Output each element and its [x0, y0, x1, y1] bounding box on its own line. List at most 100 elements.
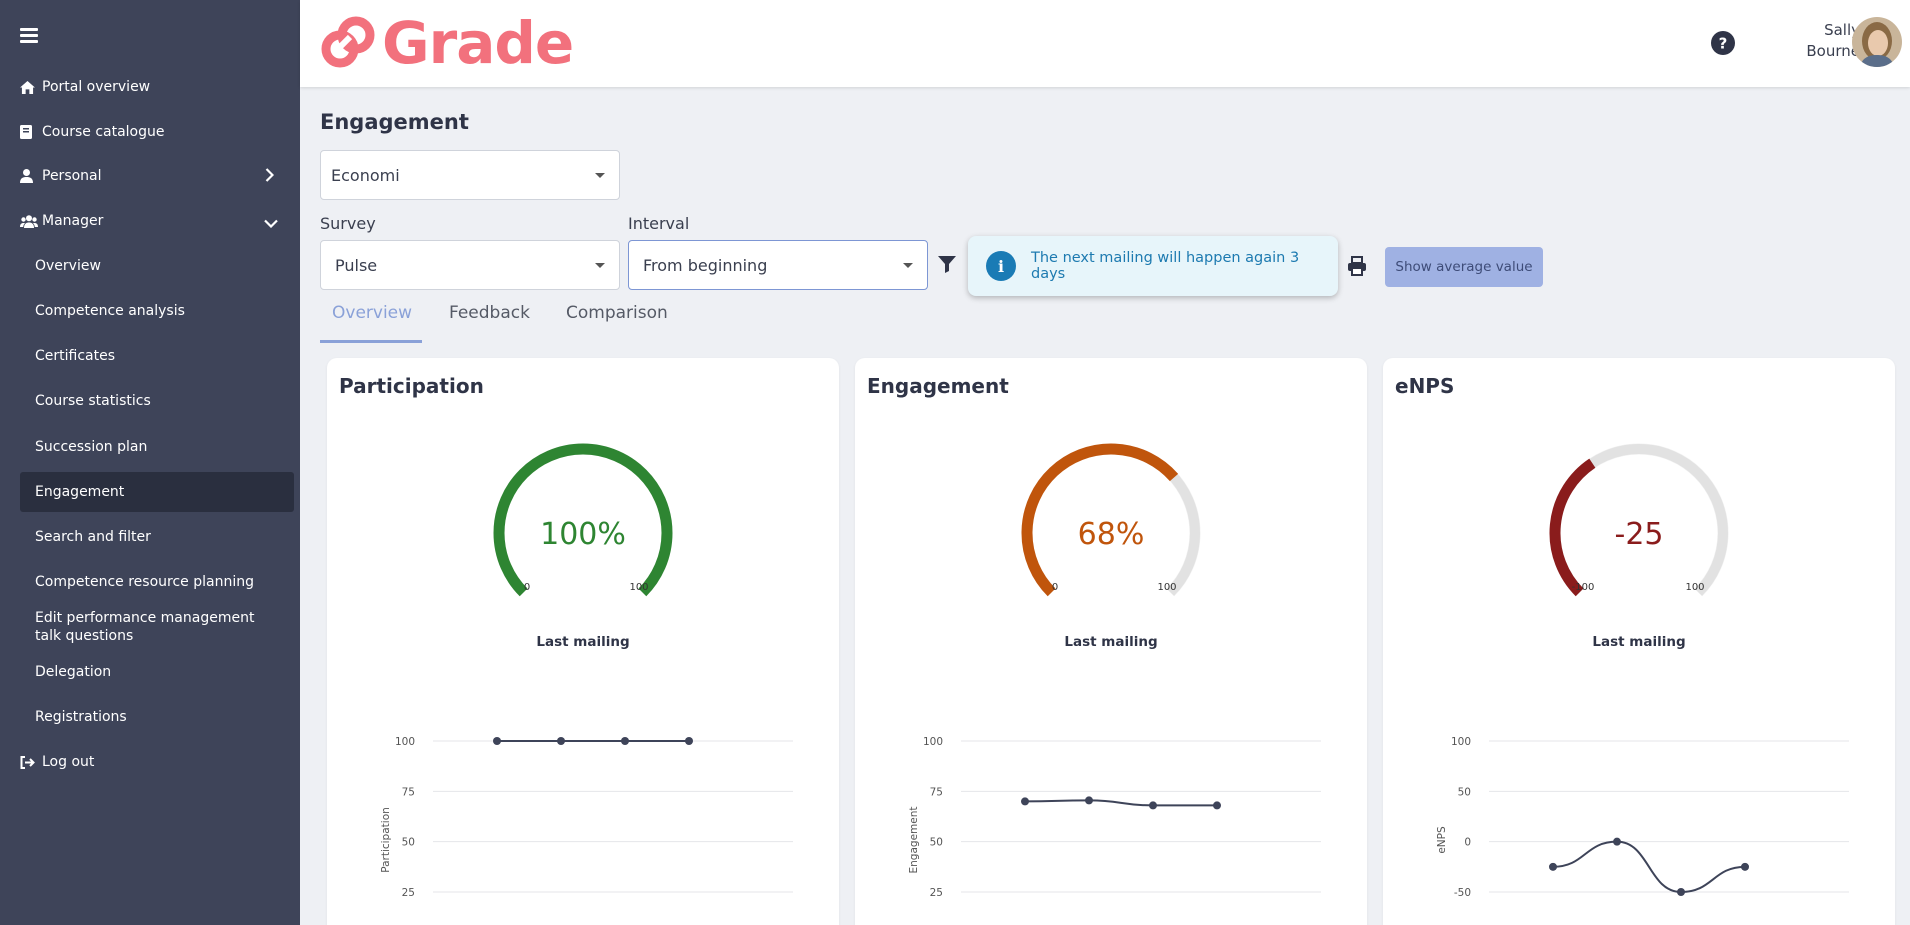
- sidebar-item-label: Certificates: [35, 348, 116, 364]
- caret-down-icon: [903, 263, 913, 268]
- sidebar-item-label: Log out: [42, 754, 95, 770]
- chevron-right-icon: [265, 168, 275, 186]
- caret-down-icon: [595, 173, 605, 178]
- enps-line-chart: 100 50 0 -50 eNPS: [1436, 736, 1849, 899]
- data-point: [1021, 797, 1029, 806]
- sidebar-item-certificates[interactable]: Certificates: [20, 336, 294, 376]
- sidebar-item-overview[interactable]: Overview: [20, 246, 294, 286]
- y-tick-label: 75: [930, 786, 943, 798]
- user-name[interactable]: Sally Bourne: [1790, 20, 1860, 62]
- user-last-name: Bourne: [1806, 42, 1860, 60]
- user-icon: [20, 169, 42, 183]
- engagement-card: Engagement 68% 0 100 Last mailing 100 75 50 2…: [855, 358, 1367, 925]
- y-tick-label: 100: [1451, 736, 1471, 748]
- info-icon: i: [986, 251, 1016, 281]
- top-header: Grade ? Sally Bourne: [300, 0, 1910, 87]
- filter-icon[interactable]: [937, 254, 957, 278]
- y-axis-label: Engagement: [908, 807, 920, 874]
- y-axis-label: Participation: [380, 807, 392, 873]
- home-icon: [20, 80, 42, 94]
- sidebar-item-label: Personal: [42, 168, 102, 184]
- active-tab-indicator: [320, 340, 422, 343]
- sidebar-item-course-catalogue[interactable]: Course catalogue: [20, 112, 294, 152]
- y-tick-label: 100: [395, 736, 415, 748]
- sidebar-item-engagement[interactable]: Engagement: [20, 472, 294, 512]
- y-tick-label: 50: [1458, 786, 1471, 798]
- interval-select-value: From beginning: [643, 255, 768, 275]
- survey-select[interactable]: Pulse: [320, 240, 620, 290]
- svg-text:?: ?: [1719, 35, 1728, 53]
- series-line: [1024, 799, 1217, 807]
- enps-card: eNPS -25 -100 100 Last mailing 100 50 0 -50 eN…: [1383, 358, 1895, 925]
- sidebar-item-label: Overview: [35, 258, 101, 274]
- sidebar-item-label: Portal overview: [42, 79, 151, 95]
- data-point: [557, 737, 565, 745]
- sidebar-item-label: Course statistics: [35, 393, 151, 409]
- data-point: [685, 737, 693, 745]
- sidebar: Portal overview Course catalogue Persona…: [0, 0, 300, 925]
- sidebar-item-competence-analysis[interactable]: Competence analysis: [20, 291, 294, 331]
- avatar[interactable]: [1852, 17, 1902, 67]
- engagement-line-chart: 100 75 50 25 Engagement: [908, 736, 1321, 899]
- sidebar-item-label: Course catalogue: [42, 124, 165, 140]
- sidebar-item-portal-overview[interactable]: Portal overview: [20, 67, 294, 107]
- y-tick-label: 25: [402, 887, 415, 899]
- grade-logo[interactable]: Grade: [320, 14, 574, 72]
- sidebar-item-label: Competence resource planning: [35, 574, 254, 590]
- user-first-name: Sally: [1824, 21, 1860, 39]
- sidebar-item-manager[interactable]: Manager: [20, 201, 294, 241]
- data-point: [1549, 862, 1557, 871]
- interval-label: Interval: [628, 214, 690, 233]
- data-point: [1613, 837, 1621, 846]
- y-tick-label: 50: [402, 837, 415, 849]
- tab-feedback[interactable]: Feedback: [449, 303, 530, 333]
- mailing-info-alert: i The next mailing will happen again 3 d…: [968, 236, 1338, 296]
- chevron-down-icon: [264, 216, 278, 232]
- sidebar-item-label: Edit performance management talk questio…: [35, 610, 255, 644]
- tab-overview[interactable]: Overview: [332, 303, 412, 333]
- sidebar-item-edit-performance-questions[interactable]: Edit performance management talk questio…: [20, 605, 270, 649]
- data-point: [621, 737, 629, 745]
- data-point: [1741, 862, 1749, 871]
- y-tick-label: 25: [930, 887, 943, 899]
- sidebar-item-label: Competence analysis: [35, 303, 185, 319]
- page-title: Engagement: [320, 110, 469, 134]
- hamburger-menu-icon[interactable]: [20, 28, 38, 43]
- data-point: [1085, 796, 1093, 805]
- interval-select[interactable]: From beginning: [628, 240, 928, 290]
- show-average-button[interactable]: Show average value: [1385, 247, 1543, 287]
- sidebar-item-search-and-filter[interactable]: Search and filter: [20, 517, 294, 557]
- sidebar-item-course-statistics[interactable]: Course statistics: [20, 381, 294, 421]
- sidebar-item-succession-plan[interactable]: Succession plan: [20, 427, 294, 467]
- grade-logo-mark-icon: [321, 16, 375, 68]
- tab-comparison[interactable]: Comparison: [566, 303, 668, 333]
- users-icon: [20, 214, 42, 228]
- sidebar-item-log-out[interactable]: Log out: [20, 742, 294, 782]
- sidebar-item-delegation[interactable]: Delegation: [20, 652, 294, 692]
- sidebar-item-label: Manager: [42, 213, 104, 229]
- y-tick-label: 0: [1464, 837, 1471, 849]
- help-icon[interactable]: ?: [1711, 31, 1735, 55]
- y-tick-label: 100: [923, 736, 943, 748]
- department-select-value: Economi: [331, 165, 400, 185]
- caret-down-icon: [595, 263, 605, 268]
- participation-line-chart: 100 75 50 25 Participation: [380, 736, 793, 899]
- data-point: [1149, 801, 1157, 810]
- mailing-info-text: The next mailing will happen again 3 day…: [1031, 250, 1300, 282]
- survey-label: Survey: [320, 214, 376, 233]
- sidebar-item-competence-resource-planning[interactable]: Competence resource planning: [20, 562, 294, 602]
- sidebar-item-personal[interactable]: Personal: [20, 156, 294, 196]
- y-tick-label: 75: [402, 786, 415, 798]
- survey-select-value: Pulse: [335, 255, 378, 275]
- print-icon[interactable]: [1347, 256, 1367, 280]
- department-select[interactable]: Economi: [320, 150, 620, 200]
- book-icon: [20, 125, 42, 139]
- series-line: [1552, 840, 1746, 894]
- sidebar-item-label: Succession plan: [35, 439, 148, 455]
- sidebar-item-registrations[interactable]: Registrations: [20, 697, 294, 737]
- data-point: [1213, 801, 1221, 810]
- sidebar-item-label: Search and filter: [35, 529, 151, 545]
- sidebar-item-label: Delegation: [35, 664, 112, 680]
- logout-icon: [20, 755, 42, 769]
- y-tick-label: -50: [1454, 887, 1471, 899]
